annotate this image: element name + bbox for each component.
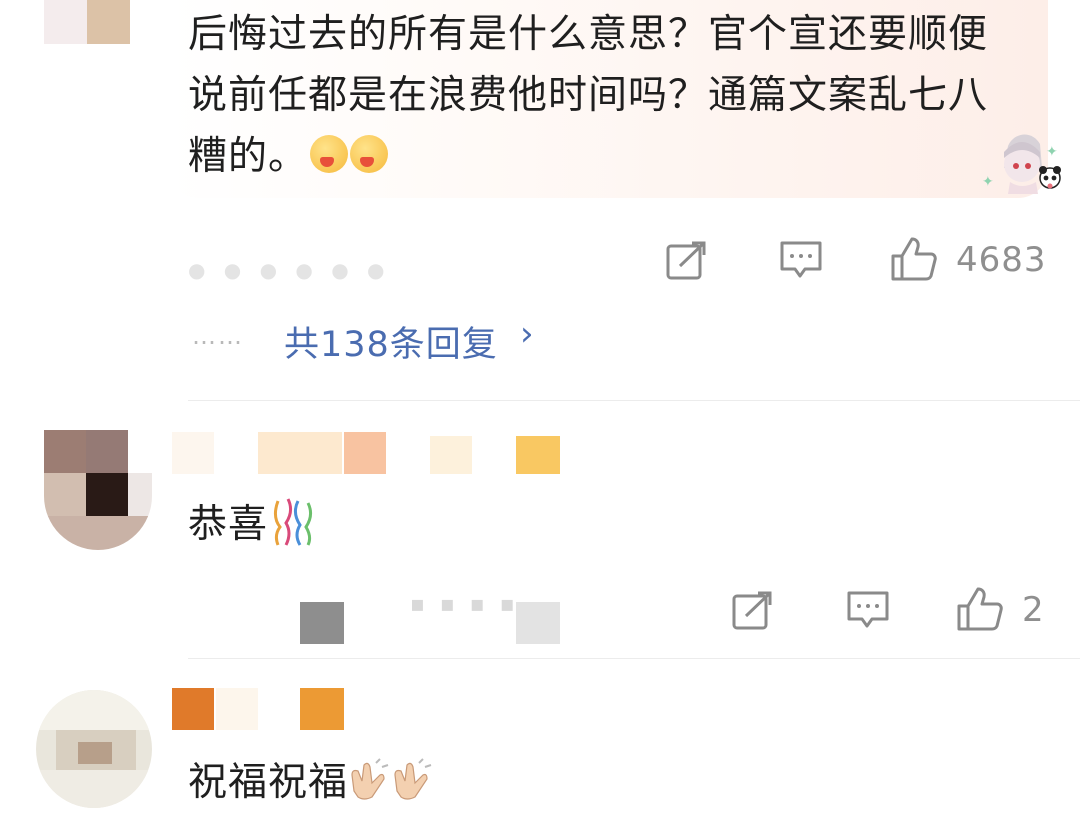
like-icon[interactable]	[890, 236, 938, 282]
redacted-block	[516, 602, 560, 644]
svg-text:✦: ✦	[982, 174, 994, 190]
anime-girl-decoration-icon: ✦ ✦	[982, 134, 1061, 194]
svg-text:✦: ✦	[1046, 144, 1058, 160]
comment-icon[interactable]	[846, 590, 890, 630]
like-icon[interactable]	[956, 586, 1004, 632]
chevron-right-icon[interactable]: ›	[520, 314, 534, 354]
reply-indent-dots: ……	[192, 322, 244, 350]
divider	[188, 658, 1080, 659]
view-replies-link[interactable]: 共138条回复	[284, 316, 498, 367]
avatar[interactable]	[44, 430, 152, 550]
face-savoring-food-icon	[310, 135, 349, 173]
comment-text: 恭喜	[188, 494, 314, 555]
confetti-ball-icon	[273, 498, 313, 546]
face-savoring-food-icon	[350, 135, 389, 173]
redacted-block	[300, 602, 344, 644]
clapping-hands-icon	[351, 758, 432, 800]
comment-meta-cropped: ● ● ● ● ● ●	[188, 258, 391, 282]
comment-text: 祝福祝福	[188, 752, 434, 813]
comment-meta-cropped: ▪ ▪ ▪ ▪	[410, 592, 519, 617]
like-count: 2	[1022, 590, 1045, 630]
comment-icon[interactable]	[779, 240, 823, 280]
repost-icon[interactable]	[666, 240, 708, 280]
repost-icon[interactable]	[732, 590, 774, 630]
like-count: 4683	[956, 240, 1047, 280]
divider	[188, 400, 1080, 401]
comment-text: 后悔过去的所有是什么意思？官个宣还要顺便说前任都是在浪费他时间吗？通篇文案乱七八…	[188, 12, 989, 179]
avatar[interactable]	[36, 690, 152, 808]
avatar[interactable]	[44, 0, 130, 44]
